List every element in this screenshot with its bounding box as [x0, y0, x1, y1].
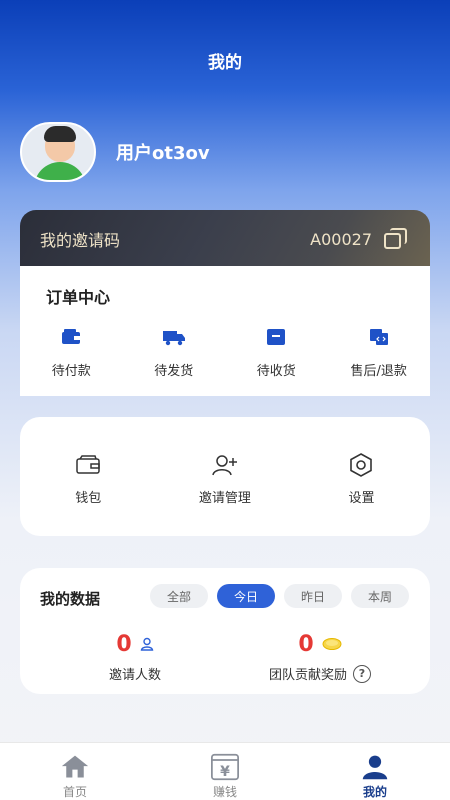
- wallet-icon: [62, 329, 81, 344]
- invite-code-label: 我的邀请码: [40, 231, 121, 250]
- invite-count-value: 0: [116, 631, 132, 657]
- stat-team-reward: 0 团队贡献奖励 ?: [255, 630, 385, 683]
- nav-earn[interactable]: ¥ 赚钱: [150, 743, 300, 800]
- invite-code-bar: 我的邀请码 A00027: [20, 210, 430, 268]
- my-data-card: 我的数据 全部 今日 昨日 本周 0 邀请人数 0 团队贡献奖励 ?: [20, 568, 430, 694]
- stat-invite-count: 0 邀请人数: [80, 630, 190, 684]
- wallet-outline-icon: [76, 455, 101, 474]
- gear-icon: [350, 453, 373, 477]
- nav-mine[interactable]: 我的: [300, 743, 450, 800]
- yen-icon: ¥: [211, 753, 239, 781]
- filter-yesterday[interactable]: 昨日: [284, 584, 342, 608]
- order-after-sales[interactable]: 售后/退款: [328, 328, 431, 379]
- avatar[interactable]: [20, 122, 96, 182]
- coin-icon: [322, 638, 342, 650]
- svg-text:¥: ¥: [220, 764, 230, 780]
- tools-card: 钱包 邀请管理 设置: [20, 417, 430, 536]
- order-pending-receipt[interactable]: 待收货: [225, 328, 328, 379]
- invite-management-button[interactable]: 邀请管理: [157, 417, 294, 536]
- exchange-icon: [369, 329, 388, 345]
- invite-count-label: 邀请人数: [108, 668, 161, 683]
- team-reward-value: 0: [298, 631, 314, 657]
- order-pending-shipment[interactable]: 待发货: [123, 328, 226, 379]
- data-filter-tabs: 全部 今日 昨日 本周: [150, 584, 418, 608]
- page-title: 我的: [208, 53, 242, 73]
- add-user-icon: [212, 455, 237, 476]
- my-data-title: 我的数据: [40, 590, 101, 608]
- invite-code-value: A00027: [310, 229, 372, 249]
- truck-icon: [162, 331, 185, 346]
- person-icon: [140, 637, 153, 651]
- username: 用户ot3ov: [116, 143, 210, 164]
- filter-today[interactable]: 今日: [217, 584, 275, 608]
- nav-home[interactable]: 首页: [0, 743, 150, 800]
- settings-button[interactable]: 设置: [293, 417, 430, 536]
- order-center-card: 订单中心 待付款 待发货 待收货 售后/退款: [20, 266, 430, 396]
- copy-icon[interactable]: [384, 228, 408, 250]
- order-center-title: 订单中心: [46, 288, 111, 307]
- bottom-nav: 首页 ¥ 赚钱 我的: [0, 742, 450, 800]
- box-icon: [267, 329, 286, 345]
- home-icon: [61, 755, 89, 778]
- profile-section[interactable]: 用户ot3ov: [20, 122, 210, 182]
- filter-this-week[interactable]: 本周: [351, 584, 409, 608]
- help-icon[interactable]: ?: [353, 664, 371, 683]
- user-icon: [362, 755, 388, 780]
- filter-all[interactable]: 全部: [150, 584, 208, 608]
- wallet-button[interactable]: 钱包: [20, 417, 157, 536]
- team-reward-label: 团队贡献奖励: [268, 668, 347, 683]
- order-pending-payment[interactable]: 待付款: [20, 328, 123, 379]
